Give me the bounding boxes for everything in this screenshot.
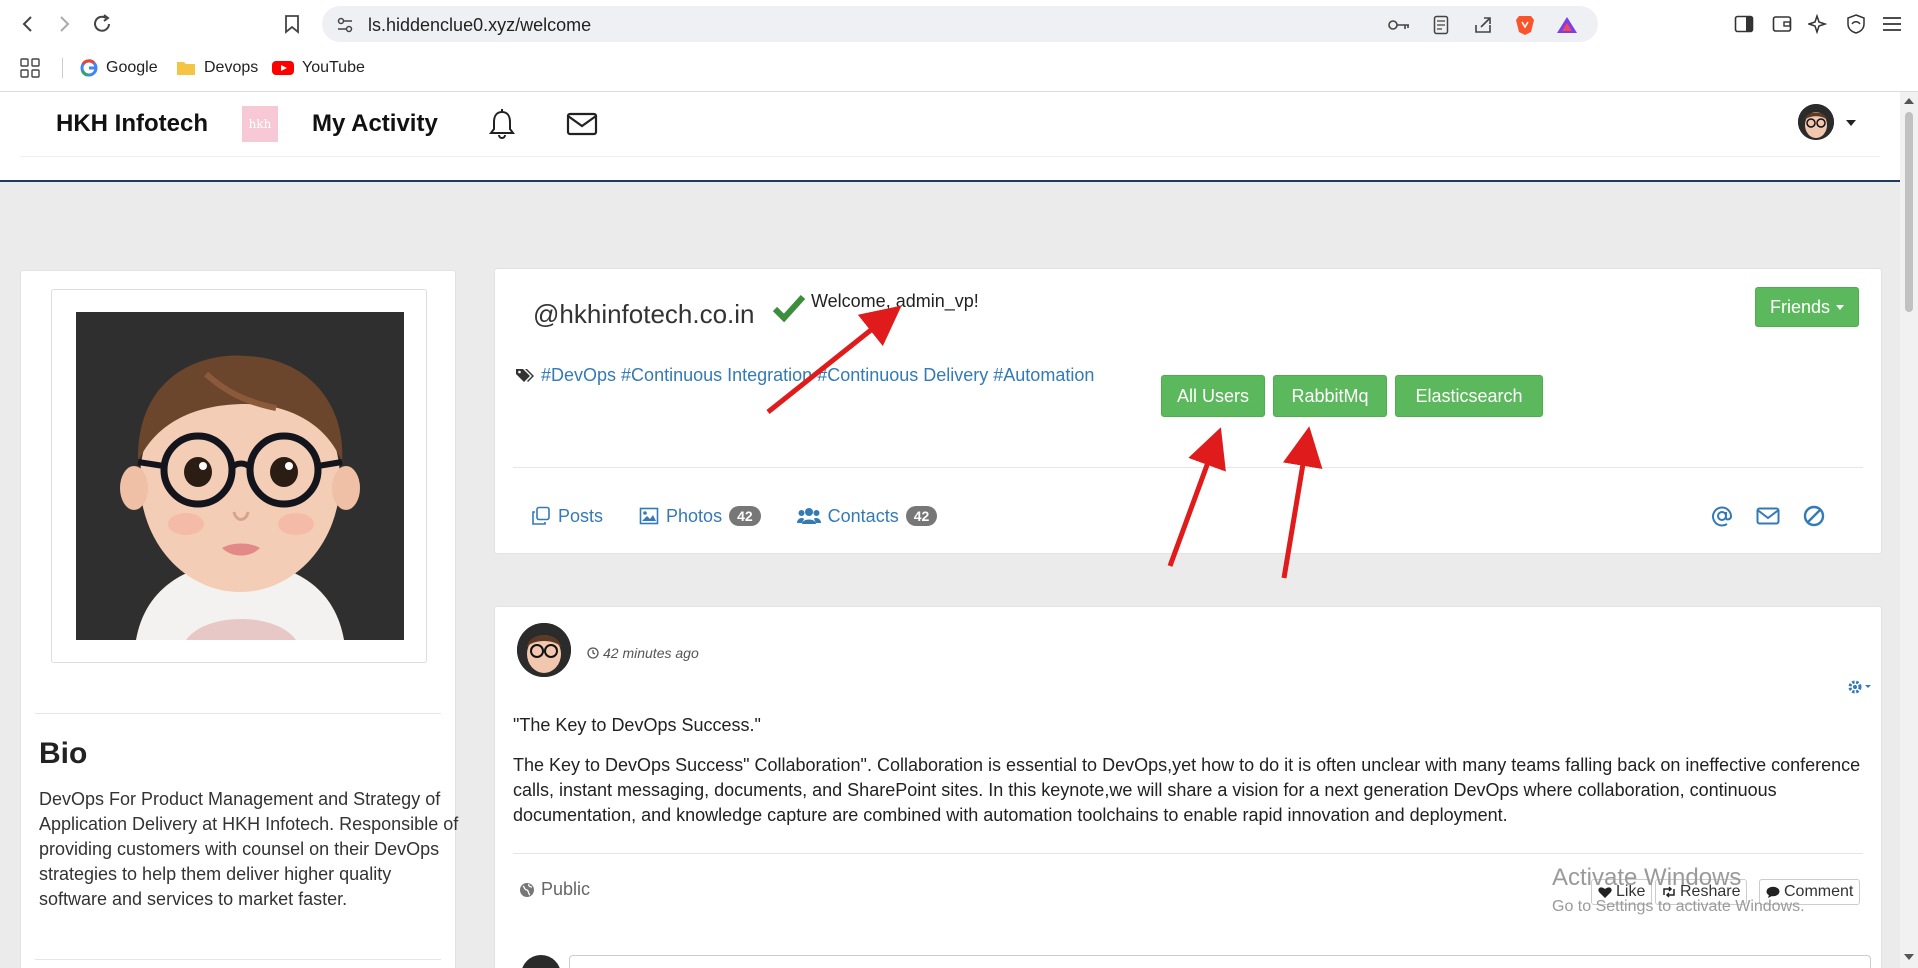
bell-icon[interactable] (484, 106, 520, 142)
tags-icon (516, 369, 534, 382)
bio-text: DevOps For Product Management and Strate… (39, 789, 459, 909)
tag-link[interactable]: #Automation (993, 365, 1094, 386)
profile-card: Bio DevOps For Product Management and St… (20, 270, 459, 968)
contacts-count-badge: 42 (905, 506, 938, 526)
divider (513, 853, 1863, 854)
bookmarks-bar: Google Devops YouTube (0, 52, 1918, 84)
google-icon (80, 59, 98, 77)
user-avatar[interactable] (1798, 104, 1834, 140)
tag-link[interactable]: #Continuous Delivery (817, 365, 988, 386)
key-icon[interactable] (1388, 14, 1410, 36)
apps-icon[interactable] (20, 56, 40, 80)
tags-row: #DevOps #Continuous Integration #Continu… (515, 361, 1099, 389)
tag-link[interactable]: #Continuous Integration (621, 365, 812, 386)
globe-icon (520, 882, 534, 897)
envelope-icon[interactable] (564, 106, 600, 142)
photos-count-badge: 42 (729, 506, 761, 526)
friends-label: Friends (1770, 296, 1831, 317)
navbar-divider (20, 156, 1880, 157)
visibility-label: Public (541, 879, 591, 899)
comment-icon (1766, 886, 1780, 898)
welcome-message: Welcome, admin_vp! (811, 291, 979, 311)
share-icon[interactable] (1472, 14, 1494, 36)
users-icon (796, 508, 821, 524)
post-timestamp: 42 minutes ago (587, 645, 699, 661)
bookmark-google[interactable]: Google (80, 56, 158, 80)
profile-photo-frame (51, 289, 427, 663)
site-settings-icon[interactable] (334, 14, 356, 36)
post-title: "The Key to DevOps Success." (513, 715, 761, 735)
bookmark-youtube[interactable]: YouTube (272, 56, 365, 80)
browser-chrome: ls.hiddenclue0.xyz/welcome Google Devops… (0, 0, 1918, 92)
copy-icon (532, 506, 550, 525)
vpn-icon[interactable] (1842, 10, 1870, 38)
divider (35, 959, 441, 960)
settings-gear-icon[interactable] (1847, 679, 1873, 695)
back-button[interactable] (14, 10, 42, 38)
sidebar-toggle-icon[interactable] (1730, 10, 1758, 38)
youtube-icon (272, 61, 294, 75)
post-visibility: Public (519, 879, 590, 900)
tab-label: Posts (558, 505, 604, 526)
verified-check-icon (773, 294, 805, 323)
friends-dropdown-button[interactable]: Friends (1755, 287, 1860, 327)
profile-handle: @hkhinfotech.co.in (533, 299, 755, 329)
app-navbar: HKH Infotech hkh My Activity (0, 92, 1900, 182)
tab-posts[interactable]: Posts (531, 506, 603, 527)
scroll-up-arrow[interactable] (1904, 98, 1914, 104)
tag-link[interactable]: #DevOps (541, 365, 616, 386)
tab-label: Contacts (827, 505, 899, 526)
reload-button[interactable] (88, 10, 116, 38)
leo-ai-icon[interactable] (1804, 10, 1832, 38)
brave-shield-icon[interactable] (1514, 14, 1536, 36)
profile-tabs: Posts Photos 42 Contacts 42 (531, 501, 938, 531)
tab-contacts[interactable]: Contacts 42 (796, 505, 938, 527)
post-time-text: 42 minutes ago (603, 645, 699, 661)
user-menu-caret[interactable] (1846, 120, 1856, 126)
tab-photos[interactable]: Photos 42 (639, 506, 761, 527)
comment-avatar (521, 955, 561, 968)
profile-photo[interactable] (76, 312, 404, 640)
scroll-down-arrow[interactable] (1904, 954, 1914, 960)
profile-header-card: @hkhinfotech.co.in Welcome, admin_vp! Fr… (494, 268, 1882, 554)
divider (35, 713, 441, 714)
menu-icon[interactable] (1878, 10, 1906, 38)
rabbitmq-button[interactable]: RabbitMq (1273, 375, 1387, 417)
post-body: The Key to DevOps Success" Collaboration… (513, 755, 1861, 825)
brand-logo[interactable]: hkh (242, 106, 278, 142)
reader-mode-icon[interactable] (1430, 14, 1452, 36)
clock-icon (587, 647, 599, 659)
block-icon[interactable] (1799, 501, 1829, 531)
bookmark-label: Google (106, 59, 158, 76)
address-bar[interactable]: ls.hiddenclue0.xyz/welcome (322, 6, 1598, 42)
url-text[interactable]: ls.hiddenclue0.xyz/welcome (368, 15, 591, 36)
comment-input[interactable] (569, 955, 1871, 968)
caret-down-icon (1836, 304, 1845, 310)
rewards-icon[interactable] (1556, 14, 1578, 36)
image-icon (639, 507, 659, 525)
bookmark-label: Devops (204, 59, 259, 76)
at-sign-icon[interactable] (1707, 501, 1737, 531)
activate-windows-hint: Go to Settings to activate Windows. (1552, 898, 1805, 915)
bookmark-icon[interactable] (278, 10, 306, 38)
tab-label: Photos (666, 505, 723, 526)
page-scrollbar[interactable] (1900, 92, 1918, 968)
bookmark-label: YouTube (302, 59, 365, 76)
post-author-avatar[interactable] (517, 623, 571, 677)
scroll-thumb[interactable] (1905, 112, 1913, 312)
forward-button[interactable] (50, 10, 78, 38)
message-icon[interactable] (1753, 501, 1783, 531)
divider (513, 467, 1863, 468)
all-users-button[interactable]: All Users (1161, 375, 1265, 417)
wallet-icon[interactable] (1768, 10, 1796, 38)
folder-icon (177, 62, 195, 75)
bookmark-separator (62, 58, 63, 78)
brand-name[interactable]: HKH Infotech (56, 110, 208, 138)
activate-windows-watermark: Activate Windows (1552, 864, 1742, 891)
elasticsearch-button[interactable]: Elasticsearch (1395, 375, 1543, 417)
my-activity-link[interactable]: My Activity (312, 110, 438, 138)
bookmark-devops[interactable]: Devops (176, 56, 258, 80)
bio-title: Bio (39, 737, 88, 770)
